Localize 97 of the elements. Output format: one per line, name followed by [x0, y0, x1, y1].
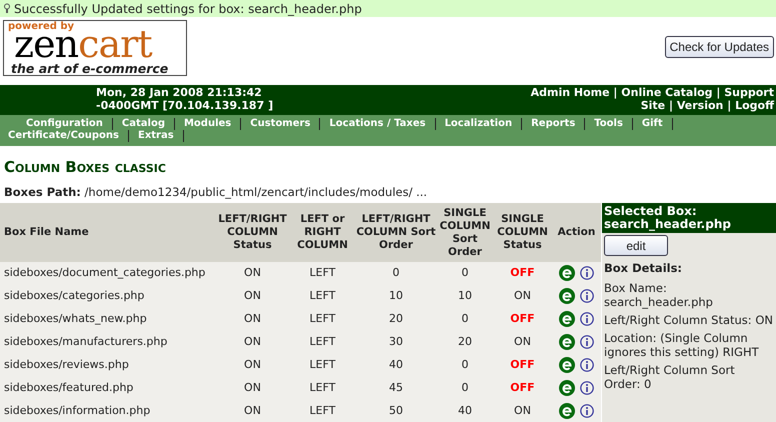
header-link[interactable]: Admin Home	[530, 86, 610, 99]
edit-icon[interactable]	[559, 403, 575, 420]
box-detail: Left/Right Column Status: ON	[603, 313, 774, 328]
table-cell: 0	[355, 262, 437, 286]
edit-icon[interactable]	[559, 334, 575, 350]
table-cell: 10	[355, 285, 437, 308]
menu-item[interactable]: Reports	[522, 118, 586, 130]
table-cell: LEFT	[290, 331, 355, 354]
menu-item[interactable]: Tools	[585, 118, 633, 130]
column-header: LEFT/RIGHT COLUMN Status	[215, 203, 290, 262]
edit-icon[interactable]	[559, 311, 575, 328]
table-cell: 0	[437, 354, 493, 378]
table-cell: sideboxes/reviews.php	[0, 354, 215, 378]
column-header: SINGLE COLUMN Status	[493, 203, 552, 262]
bulb-icon	[4, 3, 10, 14]
table-cell: LEFT	[290, 262, 355, 286]
table-cell: sideboxes/information.php	[0, 400, 215, 422]
table-cell: ON	[493, 331, 552, 354]
table-cell: ON	[215, 354, 290, 378]
info-icon[interactable]	[580, 312, 594, 326]
edit-button[interactable]: edit	[604, 235, 668, 256]
link-separator: |	[668, 99, 673, 112]
table-cell: 30	[355, 331, 437, 354]
table-cell: 50	[355, 400, 437, 422]
edit-icon[interactable]	[559, 357, 575, 374]
menu-item[interactable]: Locations / Taxes	[320, 118, 436, 130]
table-cell: LEFT	[290, 308, 355, 332]
info-icon[interactable]	[580, 404, 594, 418]
table-cell: ON	[215, 308, 290, 332]
table-cell: 20	[355, 308, 437, 332]
table-cell: 40	[437, 400, 493, 422]
table-cell: OFF	[493, 308, 552, 332]
menu-item[interactable]: Modules	[174, 118, 242, 130]
menu-item[interactable]: Configuration	[17, 118, 113, 130]
table-cell: 0	[437, 377, 493, 400]
table-cell: OFF	[493, 262, 552, 286]
header-link[interactable]: Online Catalog	[621, 86, 713, 99]
edit-icon[interactable]	[559, 288, 575, 304]
table-cell: 10	[437, 285, 493, 308]
column-header: LEFT/RIGHT COLUMN Sort Order	[355, 203, 437, 262]
box-detail: Box Name: search_header.php	[603, 281, 714, 310]
table-cell: sideboxes/featured.php	[0, 377, 215, 400]
table-cell: 0	[437, 262, 493, 286]
menu-item[interactable]: Extras	[129, 130, 184, 142]
info-icon[interactable]	[580, 381, 594, 396]
info-icon[interactable]	[580, 289, 594, 304]
table-cell: LEFT	[290, 377, 355, 400]
panel-title: Selected Box: search_header.php	[602, 203, 776, 233]
info-icon[interactable]	[580, 358, 594, 372]
edit-icon[interactable]	[559, 380, 575, 396]
date-time: Mon, 28 Jan 2008 21:13:42 -0400GMT [70.104.139.187 ]	[96, 86, 274, 112]
column-header: SINGLE COLUMN Sort Order	[437, 203, 493, 262]
link-separator: |	[716, 86, 720, 99]
menu-item[interactable]: Localization	[436, 118, 522, 130]
table-cell: sideboxes/document_categories.php	[0, 262, 215, 286]
box-detail: Left/Right Column Sort Order: 0	[603, 363, 736, 392]
table-cell: ON	[215, 377, 290, 400]
table-cell: ON	[493, 285, 552, 308]
header-link[interactable]: Version	[676, 99, 724, 112]
check-updates-button[interactable]: Check for Updates	[664, 36, 774, 58]
success-message: Successfully Updated settings for box: search_header.php	[0, 0, 776, 17]
info-icon[interactable]	[580, 266, 594, 280]
table-cell: sideboxes/categories.php	[0, 285, 215, 308]
box-detail: Location: (Single Column ignores this setting) RIGHT	[603, 331, 760, 360]
table-cell: 40	[355, 354, 437, 378]
details-heading: Box Details:	[603, 260, 684, 277]
column-header: Box File Name	[0, 203, 215, 262]
header-link[interactable]: Site	[640, 99, 666, 112]
menu-item[interactable]: Gift	[632, 118, 673, 130]
table-cell: ON	[215, 262, 290, 286]
info-icon[interactable]	[580, 335, 594, 350]
table-cell: OFF	[493, 354, 552, 378]
table-cell: ON	[215, 400, 290, 422]
menu-item[interactable]: Catalog	[112, 118, 175, 130]
page-title: Column Boxes classic	[3, 158, 167, 176]
table-cell: 0	[437, 308, 493, 332]
column-header: LEFT or RIGHT COLUMN	[290, 203, 355, 262]
table-cell: ON	[215, 331, 290, 354]
table-cell: OFF	[493, 377, 552, 400]
table-cell: ON	[493, 400, 552, 422]
table-cell: sideboxes/whats_new.php	[0, 308, 215, 332]
boxes-path: Boxes Path: /home/demo1234/public_html/zencart/includes/modules/ ...	[3, 184, 428, 198]
menu-item[interactable]: Customers	[241, 118, 320, 130]
edit-icon[interactable]	[559, 265, 575, 282]
table-cell: 45	[355, 377, 437, 400]
table-cell: sideboxes/manufacturers.php	[0, 331, 215, 354]
link-separator: |	[613, 86, 618, 99]
table-cell: LEFT	[290, 285, 355, 308]
table-cell: ON	[215, 285, 290, 308]
table-cell: LEFT	[290, 400, 355, 422]
header-link[interactable]: Logoff	[735, 99, 774, 112]
link-separator: |	[727, 99, 732, 112]
column-header: Action	[552, 203, 601, 262]
header-link[interactable]: Support	[724, 86, 774, 99]
menu-item[interactable]: Certificate/Coupons	[8, 130, 129, 142]
table-cell: 20	[437, 331, 493, 354]
table-cell: LEFT	[290, 354, 355, 378]
